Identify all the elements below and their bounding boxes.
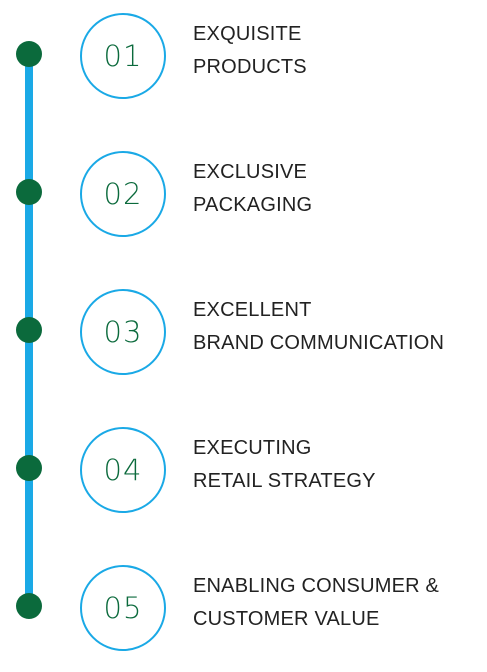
step-label-line-2: BRAND COMMUNICATION [193, 332, 445, 354]
step-label: EXQUISITE PRODUCTS [193, 18, 483, 84]
step-label-line-1: EXCLUSIVE [193, 161, 308, 183]
step-number-circle: 02 [80, 151, 166, 237]
step-label-line-2: PRODUCTS [193, 56, 307, 78]
step-number-circle: 01 [80, 13, 166, 99]
timeline-dot-icon [16, 455, 42, 481]
timeline-step-2: 02 EXCLUSIVE PACKAGING [0, 138, 487, 258]
timeline-step-3: 03 EXCELLENT BRAND COMMUNICATION [0, 276, 487, 396]
step-label: EXCELLENT BRAND COMMUNICATION [193, 294, 483, 360]
timeline-step-1: 01 EXQUISITE PRODUCTS [0, 0, 487, 120]
step-number: 04 [103, 453, 143, 487]
step-number-circle: 05 [80, 565, 166, 651]
step-label: ENABLING CONSUMER & CUSTOMER VALUE [193, 570, 483, 636]
step-label-line-2: CUSTOMER VALUE [193, 608, 380, 630]
step-number: 05 [103, 591, 143, 625]
step-label: EXECUTING RETAIL STRATEGY [193, 432, 483, 498]
step-label-line-1: ENABLING CONSUMER & [193, 575, 440, 597]
step-number: 02 [103, 177, 143, 211]
step-number: 03 [103, 315, 143, 349]
step-label-line-2: PACKAGING [193, 194, 313, 216]
timeline-dot-icon [16, 593, 42, 619]
timeline: 01 EXQUISITE PRODUCTS 02 EXCLUSIVE PACKA… [0, 0, 487, 651]
step-label-line-1: EXQUISITE [193, 23, 302, 45]
step-label-line-2: RETAIL STRATEGY [193, 470, 376, 492]
step-number-circle: 04 [80, 427, 166, 513]
step-number: 01 [103, 39, 143, 73]
timeline-dot-icon [16, 317, 42, 343]
timeline-step-4: 04 EXECUTING RETAIL STRATEGY [0, 414, 487, 534]
timeline-dot-icon [16, 179, 42, 205]
step-label-line-1: EXCELLENT [193, 299, 312, 321]
step-number-circle: 03 [80, 289, 166, 375]
step-label-line-1: EXECUTING [193, 437, 312, 459]
step-label: EXCLUSIVE PACKAGING [193, 156, 483, 222]
timeline-dot-icon [16, 41, 42, 67]
timeline-step-5: 05 ENABLING CONSUMER & CUSTOMER VALUE [0, 552, 487, 672]
